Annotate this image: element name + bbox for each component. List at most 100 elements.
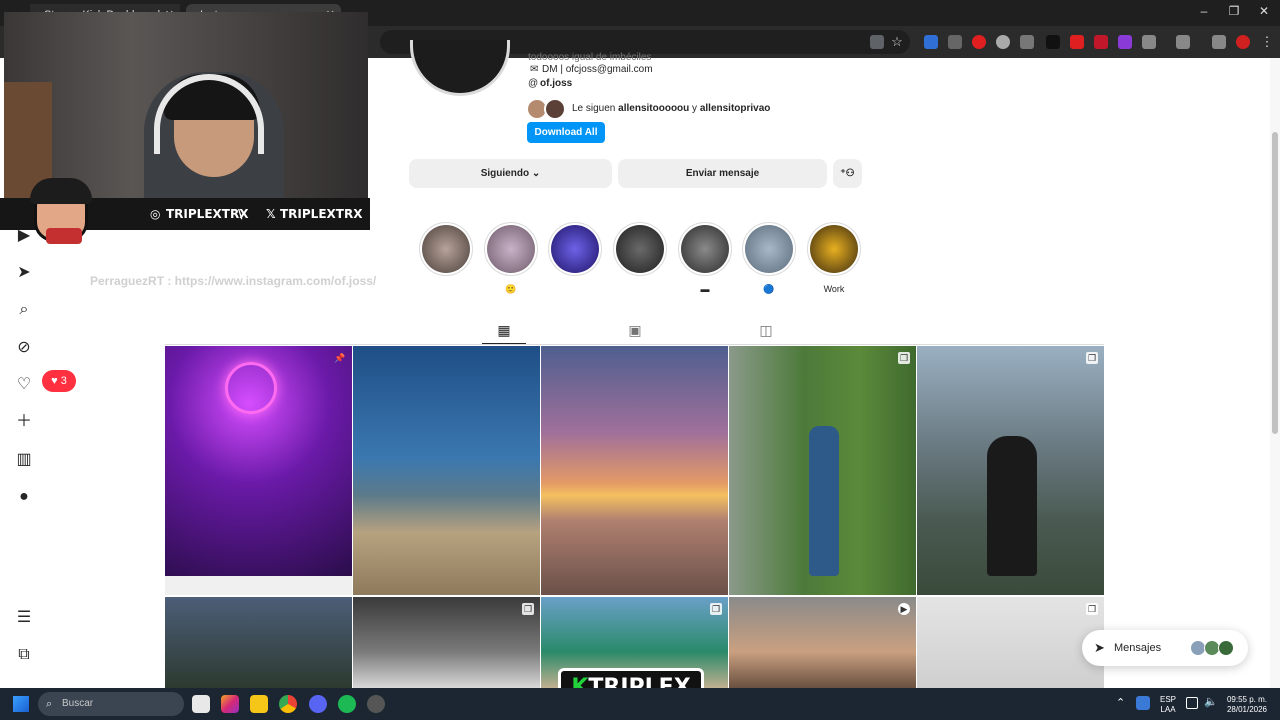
- dashboard-icon[interactable]: ▥: [14, 450, 34, 470]
- extension-icon[interactable]: [1020, 35, 1034, 49]
- language-top: ESP: [1159, 695, 1176, 704]
- messages-label: Mensajes: [1114, 642, 1162, 654]
- star-icon[interactable]: ☆: [890, 35, 904, 49]
- meta-apps-icon[interactable]: ⧉: [14, 645, 34, 665]
- tab-reels[interactable]: ▣: [613, 320, 657, 344]
- post-thumbnail[interactable]: [541, 346, 728, 595]
- highlight-4[interactable]: [613, 222, 667, 276]
- highlight-7[interactable]: [807, 222, 861, 276]
- chrome-icon[interactable]: [279, 695, 297, 713]
- scrollbar[interactable]: [1270, 58, 1280, 688]
- windows-start-icon[interactable]: [13, 696, 29, 712]
- x-icon: 𝕏: [266, 207, 276, 221]
- tab-search-icon[interactable]: [1212, 35, 1226, 49]
- highlight-6[interactable]: [742, 222, 796, 276]
- extension-icon[interactable]: [924, 35, 938, 49]
- notification-count: 3: [60, 375, 67, 387]
- post-thumbnail[interactable]: ▶: [729, 597, 916, 688]
- profile-icon[interactable]: ●: [14, 487, 34, 507]
- download-all-button[interactable]: Download All: [527, 122, 605, 143]
- pin-icon: 📌: [334, 353, 346, 363]
- search-icon: ⌕: [46, 698, 53, 710]
- post-thumbnail[interactable]: ❐: [729, 346, 916, 595]
- post-thumbnail[interactable]: 📌: [165, 346, 352, 576]
- follower-name: allensitooooou: [618, 103, 690, 114]
- profile-avatar[interactable]: [410, 40, 510, 96]
- extension-icon[interactable]: [1070, 35, 1084, 49]
- taskbar: ⌕ Buscar ⌃ ESP LAA 🔈 09:55 p. m. 28/01/2…: [0, 688, 1280, 720]
- extension-icon[interactable]: [948, 35, 962, 49]
- highlight-2[interactable]: [484, 222, 538, 276]
- post-thumbnail[interactable]: [353, 346, 540, 595]
- suggest-users-button[interactable]: ⁺⚇: [833, 159, 862, 188]
- scrollbar-thumb[interactable]: [1272, 132, 1278, 434]
- language-bottom: LAA: [1160, 705, 1176, 714]
- avatar: [544, 98, 566, 120]
- messages-icon[interactable]: ➤: [14, 263, 34, 283]
- following-button[interactable]: Siguiendo ⌄: [409, 159, 612, 188]
- highlight-1[interactable]: [419, 222, 473, 276]
- create-icon[interactable]: ＋: [14, 412, 34, 432]
- post-thumbnail[interactable]: ❐: [917, 346, 1104, 595]
- highlight-label: Work: [823, 284, 845, 294]
- threads-link[interactable]: of.joss: [540, 78, 572, 89]
- install-icon[interactable]: [870, 35, 884, 49]
- file-explorer-icon[interactable]: [250, 695, 268, 713]
- extension-icon[interactable]: [1046, 35, 1060, 49]
- extension-icon[interactable]: [1094, 35, 1108, 49]
- watermark: PerraguezRT : https://www.instagram.com/…: [90, 274, 377, 288]
- instagram-app-icon[interactable]: [221, 695, 239, 713]
- x-handle: TRIPLEXTRX: [280, 207, 363, 221]
- notification-badge[interactable]: ♥ 3: [42, 370, 76, 392]
- carousel-icon: ❐: [522, 603, 534, 615]
- mascot-hair: [30, 178, 92, 204]
- profile-icon[interactable]: [1176, 35, 1190, 49]
- conjunction: y: [692, 103, 698, 114]
- post-thumbnail[interactable]: [165, 597, 352, 688]
- neon-logo: [225, 362, 277, 414]
- minimize-icon[interactable]: –: [1194, 4, 1214, 18]
- extension-icon[interactable]: [1118, 35, 1132, 49]
- date: 28/01/2026: [1226, 705, 1268, 714]
- grid-icon: ▦: [497, 322, 511, 338]
- volume-icon[interactable]: 🔈: [1204, 695, 1218, 708]
- language-indicator[interactable]: ESP LAA: [1156, 695, 1180, 715]
- extension-icon[interactable]: [996, 35, 1010, 49]
- taskbar-search[interactable]: ⌕ Buscar: [38, 692, 184, 716]
- chevron-up-icon[interactable]: ⌃: [1116, 696, 1125, 709]
- search-placeholder: Buscar: [62, 698, 94, 709]
- tab-tagged[interactable]: ◫: [744, 320, 788, 344]
- divider: [165, 344, 1104, 345]
- clock[interactable]: 09:55 p. m. 28/01/2026: [1220, 695, 1274, 715]
- widgets-icon[interactable]: [192, 695, 210, 713]
- discord-icon[interactable]: [309, 695, 327, 713]
- explore-icon[interactable]: ⊘: [14, 338, 34, 358]
- extension-icon[interactable]: [1236, 35, 1250, 49]
- tray-app-icon[interactable]: [1136, 696, 1150, 710]
- search-icon[interactable]: ⌕: [14, 300, 34, 320]
- spotify-icon[interactable]: [338, 695, 356, 713]
- highlight-5[interactable]: [678, 222, 732, 276]
- carousel-icon: ❐: [710, 603, 722, 615]
- post-thumbnail[interactable]: ❐: [917, 597, 1104, 688]
- more-menu-icon[interactable]: ⋮: [1260, 35, 1274, 49]
- mascot-shirt: [46, 228, 82, 244]
- highlight-3[interactable]: [548, 222, 602, 276]
- post-thumbnail[interactable]: ❐: [353, 597, 540, 688]
- messages-button[interactable]: ➤ Mensajes: [1082, 630, 1248, 666]
- highlight-label: 🔵: [763, 284, 775, 294]
- threads-icon: @: [528, 78, 539, 89]
- obs-icon[interactable]: [367, 695, 385, 713]
- send-message-button[interactable]: Enviar mensaje: [618, 159, 827, 188]
- followed-by-text[interactable]: Le siguen allensitooooou y allensitopriv…: [572, 103, 770, 114]
- menu-icon[interactable]: ☰: [14, 608, 34, 628]
- extensions-puzzle-icon[interactable]: [1142, 35, 1156, 49]
- close-window-icon[interactable]: ✕: [1254, 4, 1274, 18]
- restore-icon[interactable]: ❐: [1224, 4, 1244, 18]
- instagram-handle: TRIPLEXTRX: [166, 207, 249, 221]
- extension-icon[interactable]: [972, 35, 986, 49]
- notifications-icon[interactable]: ♡: [14, 375, 34, 395]
- tab-posts[interactable]: ▦: [482, 320, 526, 344]
- webcam-overlay: [4, 12, 368, 198]
- display-icon[interactable]: [1186, 697, 1198, 709]
